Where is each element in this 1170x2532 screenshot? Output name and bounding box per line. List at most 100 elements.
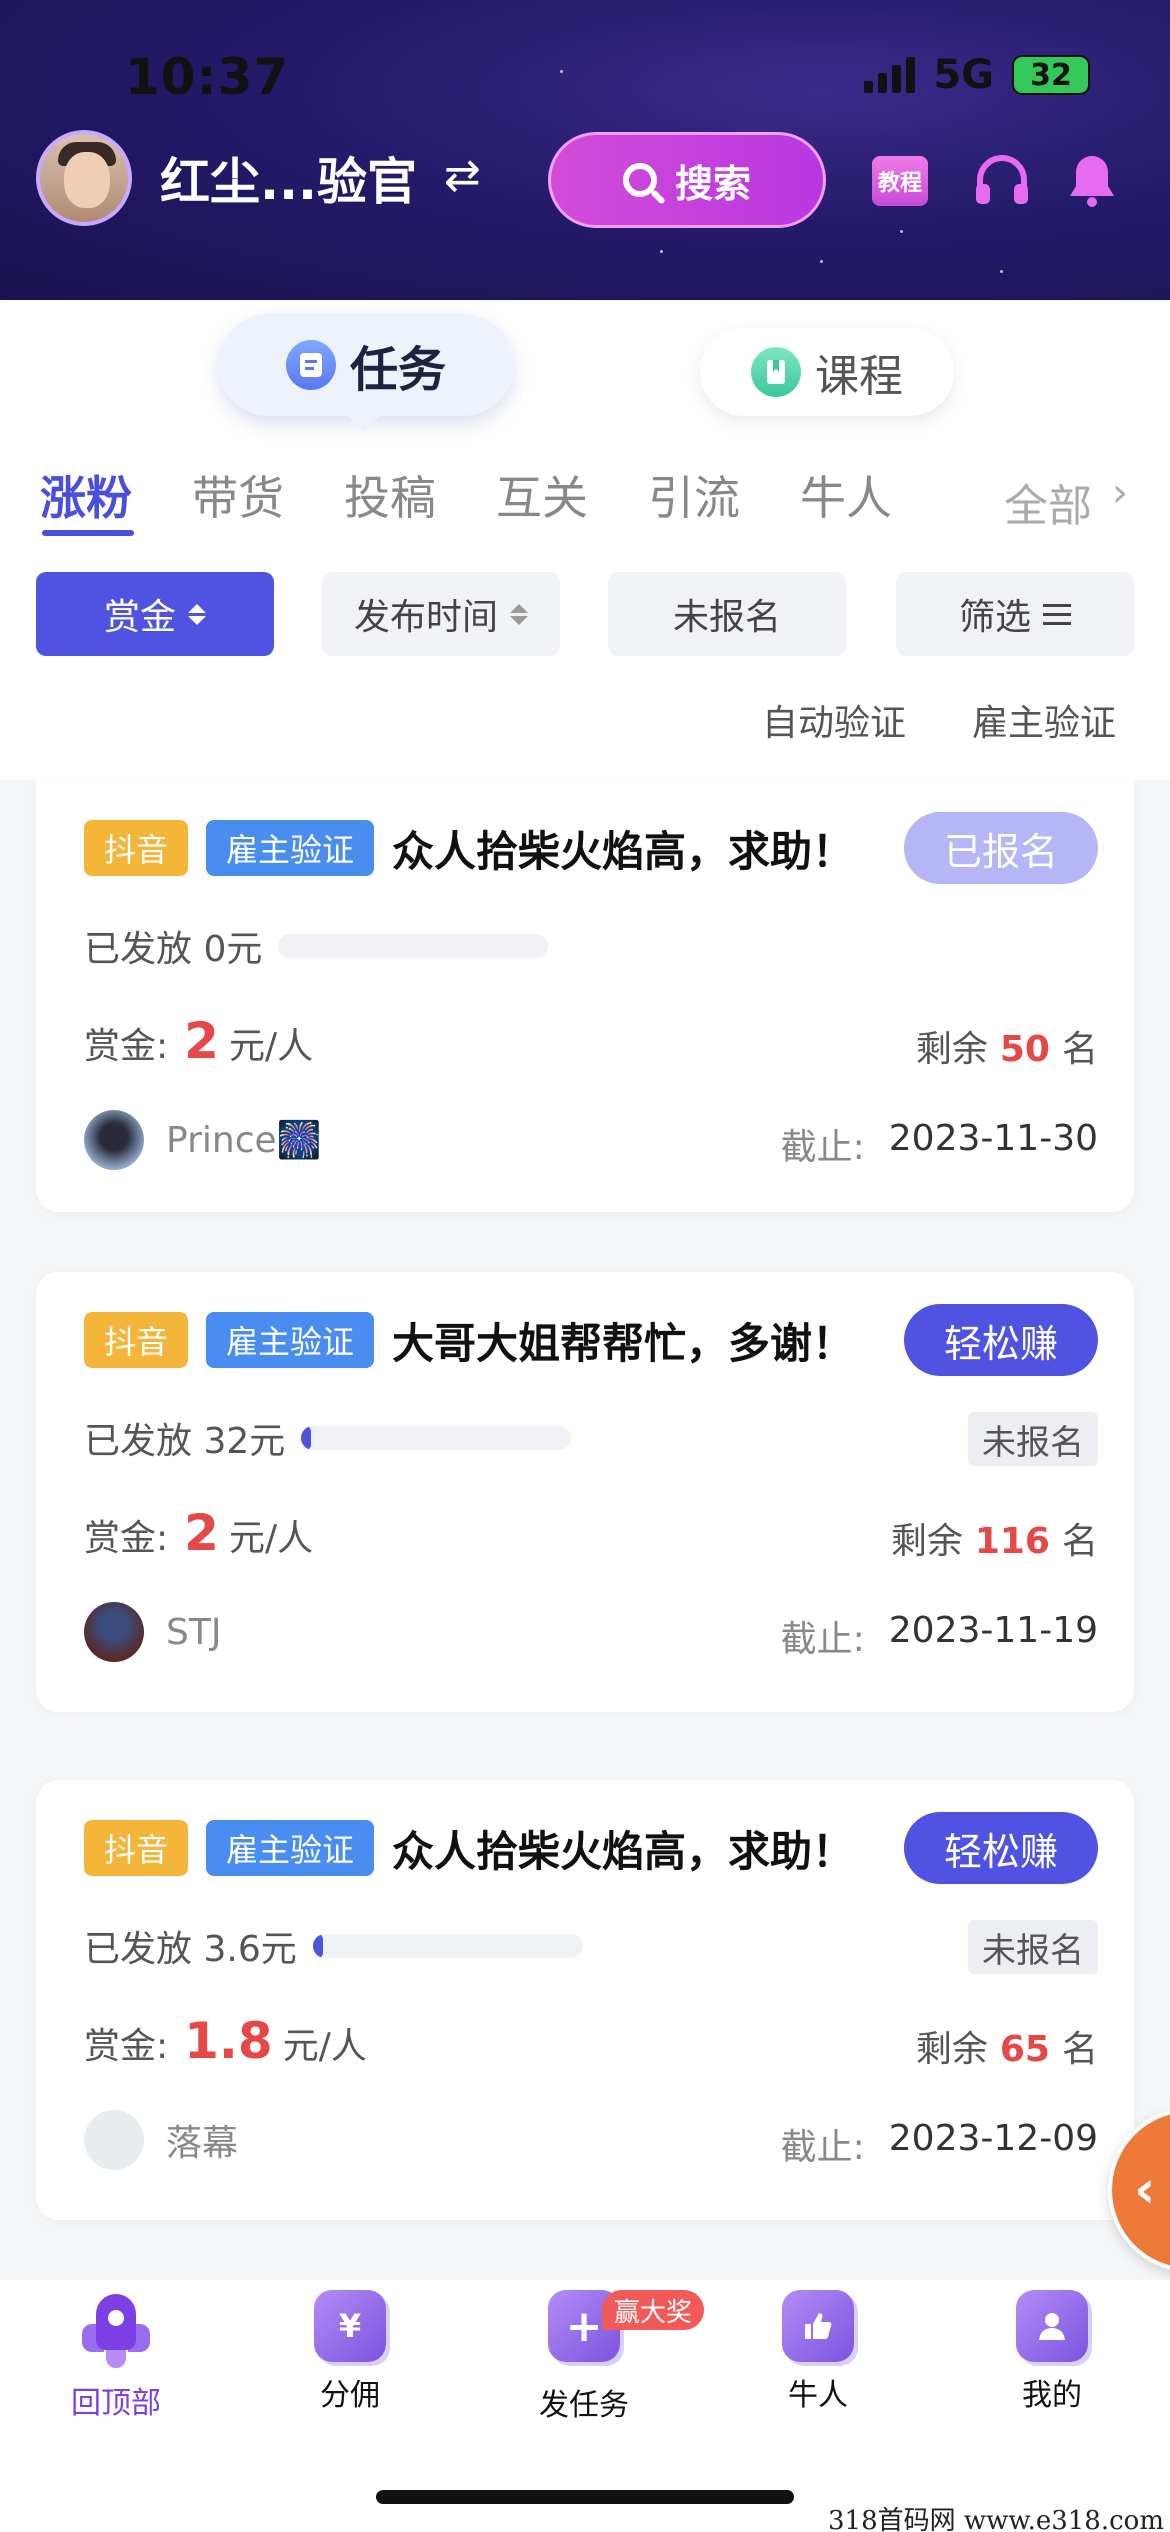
paid-label: 已发放	[84, 1421, 193, 1462]
bell-icon[interactable]	[1064, 150, 1120, 210]
deadline-date: 2023-12-09	[888, 2118, 1098, 2159]
reward: 赏金: 2 元/人	[84, 1012, 313, 1070]
home-indicator	[376, 2490, 794, 2504]
nav-talent[interactable]: 牛人	[738, 2290, 898, 2414]
poster[interactable]: STJ	[84, 1602, 221, 1662]
task-card[interactable]: 抖音 雇主验证 众人拾柴火焰高，求助！ 已报名 已发放 0元 赏金: 2 元/人…	[36, 780, 1134, 1212]
search-label: 搜索	[674, 161, 751, 206]
category-tab-mutual[interactable]: 互关	[496, 462, 648, 528]
deadline-label: 截止:	[780, 2127, 865, 2168]
platform-tag: 抖音	[84, 820, 188, 876]
reward-amount: 2	[184, 1504, 219, 1562]
tab-course[interactable]: 课程	[700, 328, 954, 416]
category-tabs: 涨粉 带货 投稿 互关 引流 牛人	[40, 462, 1140, 536]
not-enrolled-filter[interactable]: 未报名	[608, 572, 846, 656]
poster-avatar	[84, 1110, 144, 1170]
sort-reward-label: 赏金	[103, 597, 176, 638]
poster[interactable]: 落幕	[84, 2110, 238, 2170]
remain-unit: 名	[1061, 1521, 1098, 1562]
prize-badge: 赢大奖	[602, 2290, 705, 2330]
chevron-right-icon[interactable]: ›	[1112, 470, 1128, 516]
auto-verify-filter[interactable]: 自动验证	[762, 694, 906, 746]
course-icon	[751, 347, 801, 397]
poster[interactable]: Prince🎆	[84, 1110, 321, 1170]
category-all[interactable]: 全部	[1004, 470, 1092, 534]
progress-fill	[301, 1426, 312, 1450]
tab-task[interactable]: 任务	[218, 314, 514, 432]
poster-name: STJ	[166, 1611, 222, 1653]
sort-time-button[interactable]: 发布时间	[322, 572, 560, 656]
profile-icon	[1016, 2290, 1088, 2362]
watermark: 318首码网 www.e318.com	[828, 2506, 1164, 2532]
thumbs-up-icon	[782, 2290, 854, 2362]
paid-amount: 已发放 32元	[84, 1412, 572, 1464]
task-title: 众人拾柴火焰高，求助！	[392, 1827, 855, 1876]
paid-label: 已发放	[84, 929, 193, 970]
remain-unit: 名	[1061, 1029, 1098, 1070]
nav-mine[interactable]: 我的	[972, 2290, 1132, 2414]
progress-bar	[312, 1934, 583, 1958]
verify-tag: 雇主验证	[206, 1312, 374, 1368]
battery-icon: 32	[1012, 55, 1090, 95]
remaining-slots: 剩余 116 名	[891, 1512, 1098, 1564]
remain-count: 50	[999, 1029, 1050, 1070]
enrolled-button[interactable]: 已报名	[904, 812, 1098, 884]
reward-unit: 元/人	[282, 2026, 367, 2067]
progress-fill	[312, 1934, 323, 1958]
reward-unit: 元/人	[228, 1026, 314, 1067]
earn-button[interactable]: 轻松赚	[904, 1304, 1098, 1376]
category-tab-traffic[interactable]: 引流	[648, 462, 800, 528]
task-card[interactable]: 抖音 雇主验证 众人拾柴火焰高，求助！ 轻松赚 已发放 3.6元 未报名 赏金:…	[36, 1780, 1134, 2220]
search-icon	[622, 163, 657, 197]
category-tab-talent[interactable]: 牛人	[800, 462, 952, 528]
deadline: 截止: 2023-11-30	[781, 1118, 1098, 1170]
status-time: 10:37	[125, 48, 290, 106]
reward-label: 赏金:	[84, 2026, 169, 2067]
deadline: 截止: 2023-12-09	[781, 2118, 1098, 2170]
reward: 赏金: 2 元/人	[84, 1504, 313, 1562]
category-tab-submit[interactable]: 投稿	[344, 462, 496, 528]
task-icon	[285, 340, 336, 390]
tab-course-label: 课程	[815, 351, 903, 402]
sort-reward-button[interactable]: 赏金	[36, 572, 274, 656]
platform-tag: 抖音	[84, 1820, 188, 1876]
earn-button[interactable]: 轻松赚	[904, 1812, 1098, 1884]
progress-bar	[301, 1426, 572, 1450]
menu-icon	[1043, 603, 1071, 625]
paid-value: 32元	[203, 1421, 286, 1462]
sort-icon	[188, 603, 206, 625]
tutorial-icon[interactable]: 教程	[872, 156, 928, 206]
nav-label: 我的	[1022, 2378, 1082, 2413]
deadline-label: 截止:	[780, 1619, 865, 1660]
remain-unit: 名	[1061, 2029, 1098, 2070]
tab-task-label: 任务	[349, 342, 446, 398]
nav-back-to-top[interactable]: 回顶部	[36, 2290, 196, 2422]
employer-verify-filter[interactable]: 雇主验证	[972, 694, 1116, 746]
user-avatar[interactable]	[36, 130, 132, 226]
filter-button[interactable]: 筛选	[896, 572, 1134, 656]
headset-icon[interactable]	[972, 150, 1032, 210]
network-type: 5G	[933, 52, 994, 98]
nav-commission[interactable]: ¥ 分佣	[270, 2290, 430, 2414]
paid-value: 0元	[203, 929, 263, 970]
not-enrolled-badge: 未报名	[968, 1920, 1098, 1974]
poster-name: 落幕	[166, 2123, 239, 2164]
remain-label: 剩余	[915, 1029, 988, 1070]
username[interactable]: 红尘...验官	[160, 142, 417, 214]
deadline-label: 截止:	[780, 1127, 865, 1168]
reward-label: 赏金:	[84, 1026, 169, 1067]
search-button[interactable]: 搜索	[548, 132, 826, 228]
category-tab-fans[interactable]: 涨粉	[40, 462, 192, 536]
paid-amount: 已发放 3.6元	[84, 1920, 583, 1972]
remain-label: 剩余	[890, 1521, 963, 1562]
yen-icon: ¥	[314, 2290, 386, 2362]
category-tab-goods[interactable]: 带货	[192, 462, 344, 528]
task-card[interactable]: 抖音 雇主验证 大哥大姐帮帮忙，多谢！ 轻松赚 已发放 32元 未报名 赏金: …	[36, 1272, 1134, 1712]
remaining-slots: 剩余 65 名	[916, 2020, 1098, 2072]
deadline: 截止: 2023-11-19	[781, 1610, 1098, 1662]
reward: 赏金: 1.8 元/人	[84, 2012, 367, 2070]
progress-bar	[278, 934, 549, 958]
poster-avatar	[84, 2110, 144, 2170]
signal-icon	[864, 57, 916, 93]
switch-account-icon[interactable]: ⇄	[444, 150, 481, 201]
